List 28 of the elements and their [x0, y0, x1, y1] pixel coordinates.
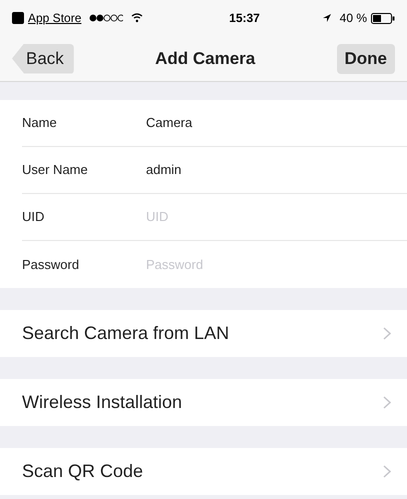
back-button[interactable]: Back — [12, 44, 74, 74]
location-icon — [322, 13, 332, 23]
input-field[interactable]: admin — [146, 160, 407, 180]
menu-row[interactable]: Search Camera from LAN — [0, 310, 407, 357]
menu-row[interactable]: Scan QR Code — [0, 448, 407, 495]
battery-icon — [371, 12, 395, 24]
menu-label: Wireless Installation — [22, 391, 184, 414]
chevron-right-icon — [383, 465, 391, 478]
done-button[interactable]: Done — [336, 44, 395, 74]
battery-percent: 40 % — [340, 10, 367, 27]
chevron-right-icon — [383, 396, 391, 409]
field-label: Password — [22, 256, 80, 274]
back-app-icon — [12, 12, 24, 24]
chevron-right-icon — [383, 327, 391, 340]
menu-row[interactable]: Wireless Installation — [0, 379, 407, 426]
input-field[interactable]: UID — [146, 207, 407, 227]
menu-label: Scan QR Code — [22, 460, 144, 483]
clock: 15:37 — [228, 10, 260, 27]
field-label: UID — [22, 208, 46, 226]
signal-icon — [89, 14, 124, 22]
menu-label: Search Camera from LAN — [22, 322, 230, 345]
field-label: User Name — [22, 161, 89, 180]
input-field[interactable]: Password — [146, 254, 407, 274]
field-label: Name — [22, 114, 58, 132]
back-app-link[interactable]: App Store — [28, 9, 82, 27]
nav-title: Add Camera — [155, 48, 256, 70]
wifi-icon — [131, 13, 144, 23]
input-field[interactable]: Camera — [146, 113, 407, 133]
